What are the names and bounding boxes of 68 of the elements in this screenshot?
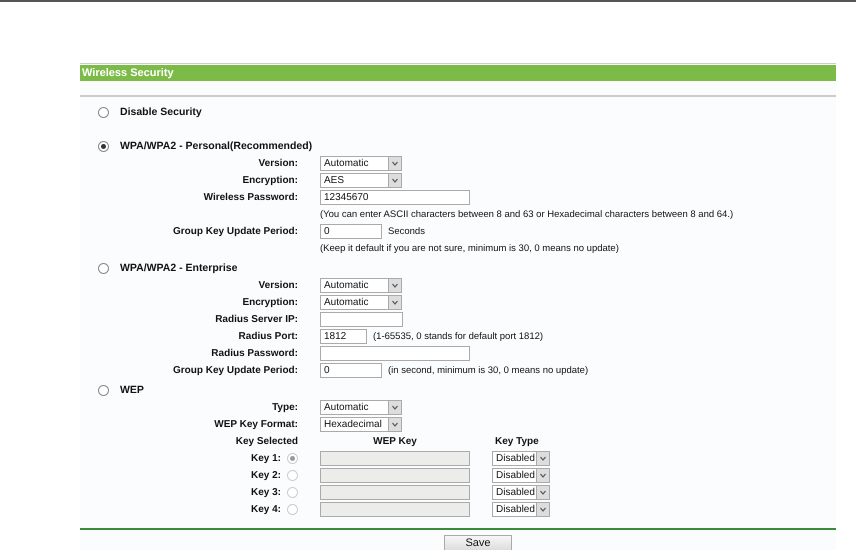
save-button[interactable]: Save xyxy=(444,535,512,550)
field-label: WEP Key Format: xyxy=(213,419,298,430)
field-hint: (in second, minimum is 30, 0 means no update) xyxy=(388,365,588,376)
dropdown[interactable]: Automatic xyxy=(320,400,402,415)
hint-text: (You can enter ASCII characters between 8 and 63 or Hexadecimal characters between 8 and 64.) xyxy=(320,209,734,220)
caret-icon xyxy=(388,174,401,187)
column-header: WEP Key xyxy=(372,436,418,447)
field-label: Group Key Update Period: xyxy=(172,226,298,237)
field-label: Version: xyxy=(258,280,298,291)
input-field[interactable]: 0 xyxy=(320,363,382,378)
dropdown[interactable]: Automatic xyxy=(320,295,402,310)
dropdown[interactable]: Disabled xyxy=(492,502,550,517)
caret-icon xyxy=(388,157,401,170)
caret-icon xyxy=(536,452,549,465)
option-label: Disable Security xyxy=(120,106,202,118)
field-hint: Seconds xyxy=(388,226,425,237)
caret-icon xyxy=(388,296,401,309)
caret-icon xyxy=(388,401,401,414)
field-label: Radius Password: xyxy=(210,348,298,359)
field-label: Group Key Update Period: xyxy=(172,365,298,376)
radio-button[interactable] xyxy=(287,504,298,515)
radio-button[interactable] xyxy=(287,470,298,481)
field-label: Radius Port: xyxy=(238,331,298,342)
field-label: Encryption: xyxy=(241,175,298,186)
key-label: Key 3: xyxy=(250,487,281,498)
key-label: Key 2: xyxy=(250,470,281,481)
column-header: Key Type xyxy=(494,436,540,447)
caret-icon xyxy=(536,503,549,516)
radio-button[interactable] xyxy=(98,140,109,152)
radio-button[interactable] xyxy=(98,106,109,118)
field-hint: (1-65535, 0 stands for default port 1812) xyxy=(373,331,544,342)
caret-icon xyxy=(536,469,549,482)
option-label: WPA/WPA2 - Enterprise xyxy=(120,262,238,274)
field-label: Radius Server IP: xyxy=(214,314,298,325)
input-field[interactable] xyxy=(320,346,470,361)
radio-button[interactable] xyxy=(98,384,109,396)
dropdown[interactable]: Hexadecimal xyxy=(320,417,402,432)
option-label: WPA/WPA2 - Personal(Recommended) xyxy=(120,140,312,152)
input-field[interactable]: 0 xyxy=(320,224,382,239)
radio-button[interactable] xyxy=(287,487,298,498)
input-field[interactable]: 12345670 xyxy=(320,190,470,205)
field-label: Type: xyxy=(271,402,298,413)
radio-button[interactable] xyxy=(98,262,109,274)
panel-title: Wireless Security xyxy=(80,65,836,81)
radio-button[interactable] xyxy=(287,453,298,464)
dropdown[interactable]: Automatic xyxy=(320,278,402,293)
field-label: Version: xyxy=(258,158,298,169)
dropdown[interactable]: Automatic xyxy=(320,156,402,171)
column-header: Key Selected xyxy=(234,436,298,447)
caret-icon xyxy=(536,486,549,499)
caret-icon xyxy=(388,279,401,292)
input-field[interactable] xyxy=(320,451,470,466)
input-field[interactable] xyxy=(320,312,403,327)
dropdown[interactable]: Disabled xyxy=(492,468,550,483)
key-label: Key 1: xyxy=(250,453,281,464)
dropdown[interactable]: AES xyxy=(320,173,402,188)
caret-icon xyxy=(388,418,401,431)
key-label: Key 4: xyxy=(250,504,281,515)
dropdown[interactable]: Disabled xyxy=(492,451,550,466)
input-field[interactable] xyxy=(320,502,470,517)
field-label: Encryption: xyxy=(241,297,298,308)
dropdown[interactable]: Disabled xyxy=(492,485,550,500)
input-field[interactable] xyxy=(320,485,470,500)
input-field[interactable]: 1812 xyxy=(320,329,367,344)
input-field[interactable] xyxy=(320,468,470,483)
hint-text: (Keep it default if you are not sure, minimum is 30, 0 means no update) xyxy=(320,243,620,254)
field-label: Wireless Password: xyxy=(202,192,298,203)
option-label: WEP xyxy=(120,384,144,396)
